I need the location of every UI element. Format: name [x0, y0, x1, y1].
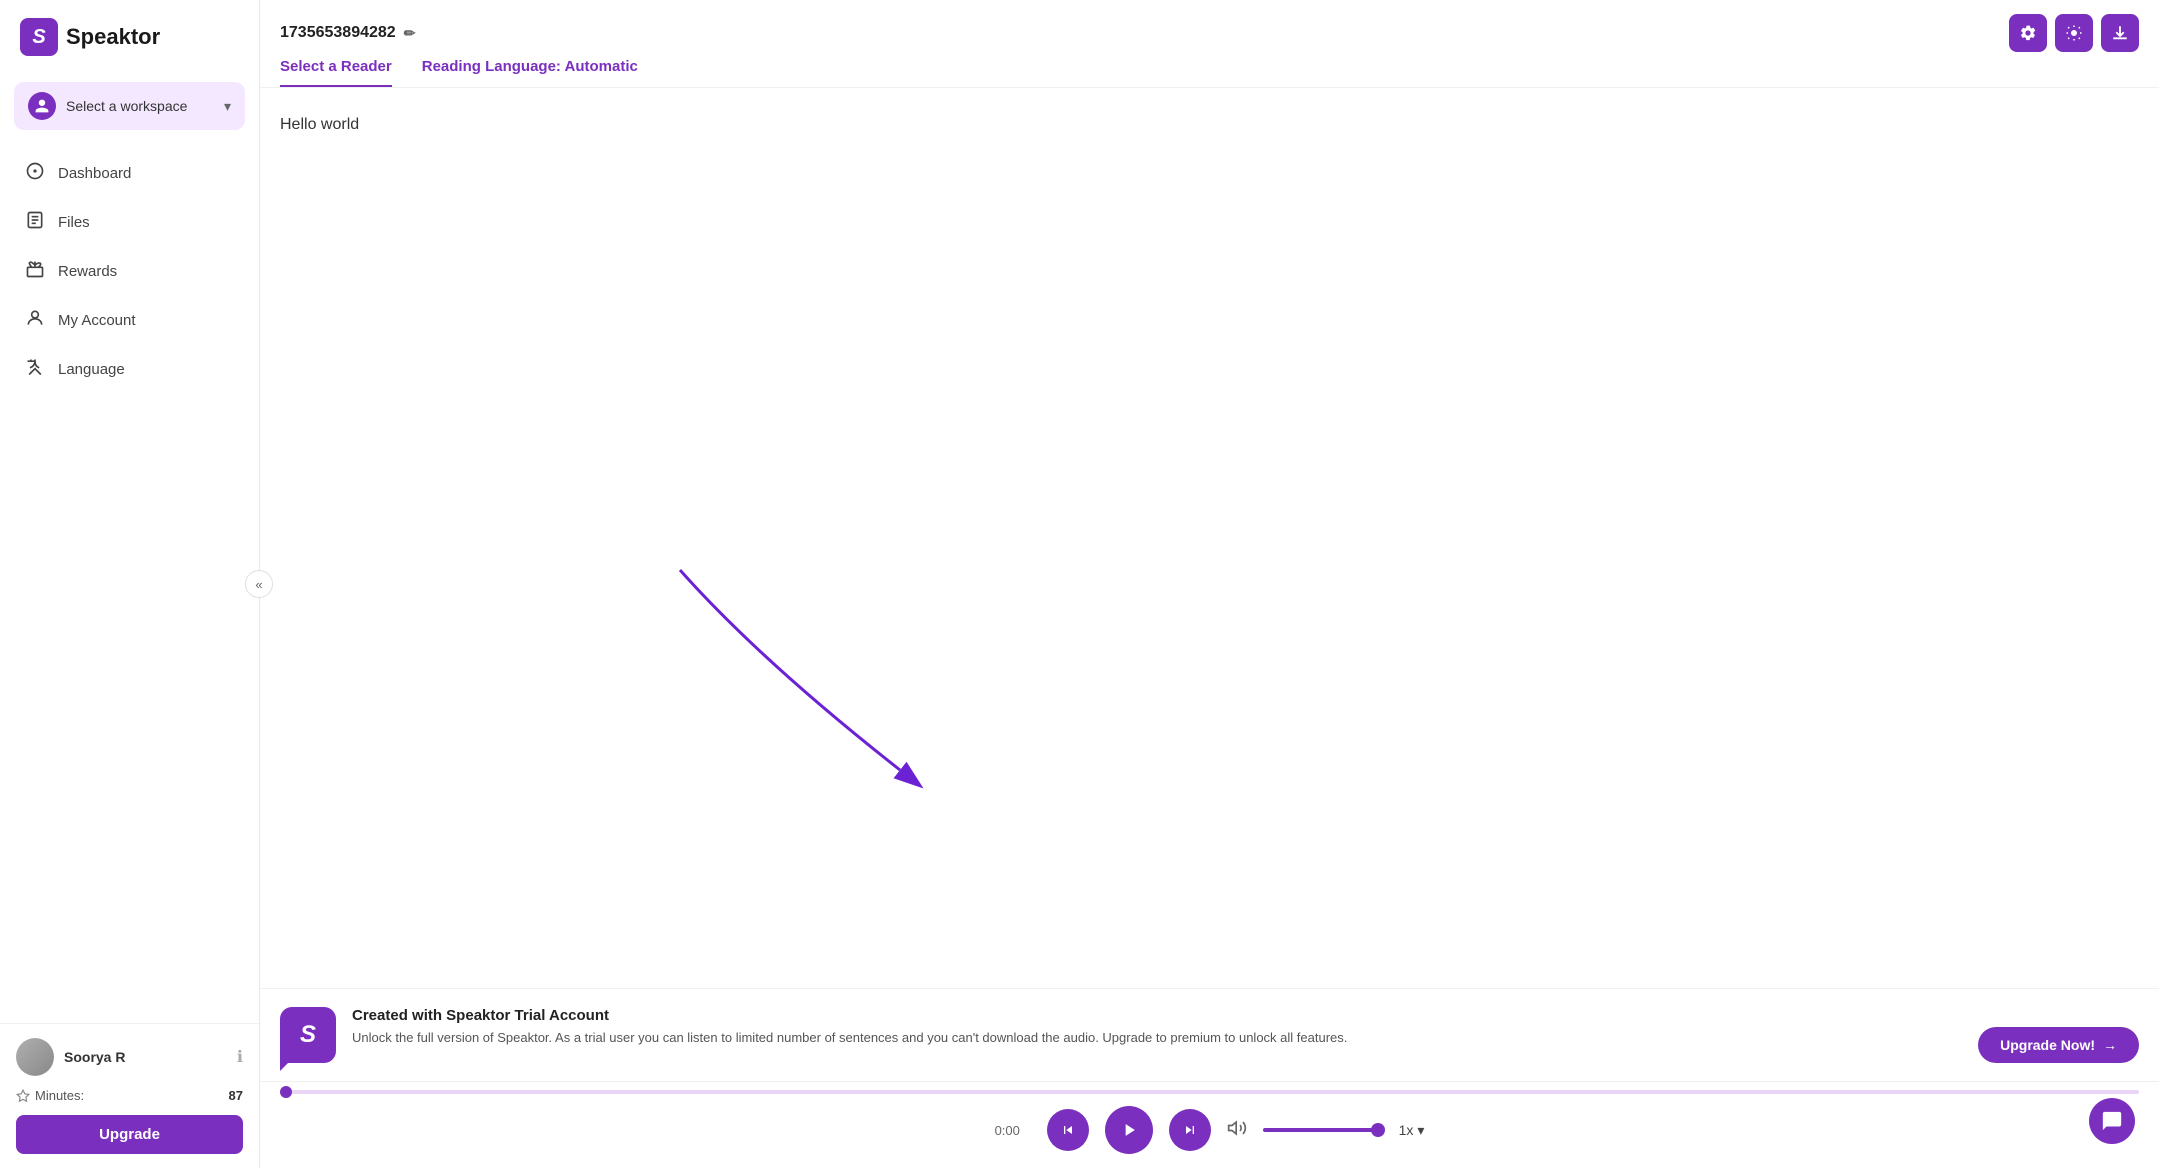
user-area: Soorya R ℹ Minutes: 87 Upgrade — [0, 1023, 259, 1168]
user-row: Soorya R ℹ — [16, 1038, 243, 1076]
nav-menu: Dashboard Files Rewards My Account Langu… — [0, 146, 259, 1023]
sidebar-item-dashboard[interactable]: Dashboard — [10, 150, 249, 197]
minutes-label: Minutes: — [16, 1088, 84, 1103]
sidebar-item-rewards[interactable]: Rewards — [10, 248, 249, 295]
logo-area: S Speaktor — [0, 0, 259, 74]
speaktor-logo-letter: S — [300, 1021, 316, 1049]
sidebar-item-my-account[interactable]: My Account — [10, 297, 249, 344]
next-button[interactable] — [1169, 1109, 1211, 1151]
upgrade-button[interactable]: Upgrade — [16, 1115, 243, 1154]
upgrade-now-button[interactable]: Upgrade Now! → — [1978, 1027, 2139, 1063]
download-button[interactable] — [2101, 14, 2139, 52]
trial-description: Unlock the full version of Speaktor. As … — [352, 1028, 1962, 1048]
time-display: 0:00 — [995, 1123, 1031, 1138]
speed-selector[interactable]: 1x ▾ — [1399, 1122, 1425, 1139]
arrow-right-icon: → — [2103, 1037, 2117, 1053]
chat-button[interactable] — [2089, 1098, 2135, 1144]
star-icon — [16, 1089, 30, 1103]
language-icon — [24, 357, 46, 382]
top-bar-row1: 1735653894282 ✏ — [280, 14, 2139, 52]
sidebar-item-label: Dashboard — [58, 165, 131, 182]
player-controls: 0:00 1x ▾ — [260, 1098, 2159, 1168]
speaktor-logo-box: S — [280, 1007, 336, 1063]
content-area: Hello world — [260, 88, 2159, 988]
file-id-text: 1735653894282 — [280, 24, 396, 42]
sidebar: S Speaktor Select a workspace ▾ Dashboar… — [0, 0, 260, 1168]
top-bar-actions — [2009, 14, 2139, 52]
top-bar: 1735653894282 ✏ Select a Reader Reading … — [260, 0, 2159, 88]
speed-chevron-icon: ▾ — [1417, 1122, 1424, 1139]
chat-icon — [2101, 1110, 2123, 1132]
skip-back-icon — [1060, 1122, 1076, 1138]
trial-text: Created with Speaktor Trial Account Unlo… — [352, 1007, 1962, 1048]
workspace-selector[interactable]: Select a workspace ▾ — [14, 82, 245, 130]
app-logo-icon: S — [20, 18, 58, 56]
logo-letter: S — [32, 26, 45, 49]
app-name: Speaktor — [66, 24, 160, 50]
previous-button[interactable] — [1047, 1109, 1089, 1151]
minutes-row: Minutes: 87 — [16, 1084, 243, 1115]
info-icon[interactable]: ℹ — [237, 1047, 243, 1067]
sidebar-item-label: Language — [58, 361, 125, 378]
download-icon — [2111, 24, 2129, 42]
volume-slider[interactable] — [1263, 1128, 1383, 1132]
tab-select-reader[interactable]: Select a Reader — [280, 58, 392, 87]
progress-thumb[interactable] — [280, 1086, 292, 1098]
sidebar-item-files[interactable]: Files — [10, 199, 249, 246]
brightness-button[interactable] — [2055, 14, 2093, 52]
volume-icon[interactable] — [1227, 1118, 1247, 1143]
settings-button[interactable] — [2009, 14, 2047, 52]
top-bar-row2: Select a Reader Reading Language: Automa… — [280, 58, 2139, 87]
play-button[interactable] — [1105, 1106, 1153, 1154]
volume-thumb — [1371, 1123, 1385, 1137]
progress-bar-track[interactable] — [280, 1090, 2139, 1094]
tab-reading-language[interactable]: Reading Language: Automatic — [422, 58, 638, 87]
rewards-icon — [24, 259, 46, 284]
collapse-sidebar-button[interactable]: « — [245, 570, 273, 598]
sidebar-item-label: Rewards — [58, 263, 117, 280]
account-icon — [24, 308, 46, 333]
progress-section[interactable] — [260, 1082, 2159, 1098]
user-name: Soorya R — [64, 1049, 227, 1065]
main-content: 1735653894282 ✏ Select a Reader Reading … — [260, 0, 2159, 1168]
sidebar-item-label: My Account — [58, 312, 136, 329]
edit-icon[interactable]: ✏ — [404, 25, 416, 42]
chevron-down-icon: ▾ — [224, 98, 231, 115]
dashboard-icon — [24, 161, 46, 186]
avatar-image — [16, 1038, 54, 1076]
trial-title: Created with Speaktor Trial Account — [352, 1007, 1962, 1024]
trial-banner: S Created with Speaktor Trial Account Un… — [260, 989, 2159, 1082]
sidebar-item-label: Files — [58, 214, 90, 231]
minutes-value: 87 — [229, 1088, 243, 1103]
workspace-avatar — [28, 92, 56, 120]
workspace-label: Select a workspace — [66, 98, 214, 114]
skip-forward-icon — [1182, 1122, 1198, 1138]
settings-icon — [2019, 24, 2037, 42]
avatar — [16, 1038, 54, 1076]
speed-value: 1x — [1399, 1122, 1414, 1138]
files-icon — [24, 210, 46, 235]
sidebar-item-language[interactable]: Language — [10, 346, 249, 393]
chevron-left-icon: « — [255, 577, 262, 592]
file-id: 1735653894282 ✏ — [280, 24, 415, 42]
brightness-icon — [2065, 24, 2083, 42]
play-icon — [1119, 1120, 1139, 1140]
person-icon — [34, 98, 50, 114]
content-text: Hello world — [280, 112, 2139, 138]
bottom-area: S Created with Speaktor Trial Account Un… — [260, 988, 2159, 1168]
volume-svg — [1227, 1118, 1247, 1138]
